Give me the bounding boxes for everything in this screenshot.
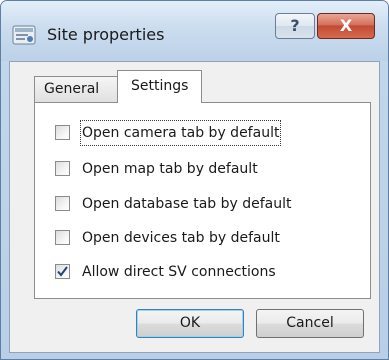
option-label: Open devices tab by default bbox=[82, 230, 280, 246]
help-icon: ? bbox=[290, 16, 300, 35]
settings-panel: Open camera tab by default Open map tab … bbox=[34, 102, 371, 299]
tab-general-label: General bbox=[44, 81, 100, 97]
dialog-body: General Settings Open camera tab by defa… bbox=[9, 61, 380, 353]
option-label: Open database tab by default bbox=[82, 196, 292, 212]
option-label: Open camera tab by default bbox=[79, 120, 282, 146]
cancel-button[interactable]: Cancel bbox=[256, 309, 364, 338]
tab-general[interactable]: General bbox=[34, 76, 119, 102]
title-bar[interactable]: Site properties ? X bbox=[1, 1, 388, 61]
checkmark-icon bbox=[57, 266, 68, 277]
checkbox-open-database-tab[interactable] bbox=[55, 196, 70, 211]
dialog-title: Site properties bbox=[47, 25, 165, 44]
cancel-button-label: Cancel bbox=[286, 315, 334, 331]
checkbox-allow-direct-sv[interactable] bbox=[55, 264, 70, 279]
ok-button-label: OK bbox=[179, 315, 201, 331]
site-properties-dialog: Site properties ? X General Settings Ope… bbox=[0, 0, 389, 360]
close-button[interactable]: X bbox=[317, 13, 375, 39]
site-properties-icon bbox=[12, 25, 36, 45]
option-label: Open map tab by default bbox=[82, 161, 258, 177]
option-label: Allow direct SV connections bbox=[82, 264, 276, 280]
tab-settings-label: Settings bbox=[131, 78, 189, 94]
help-button[interactable]: ? bbox=[275, 13, 315, 39]
ok-button[interactable]: OK bbox=[136, 309, 244, 338]
checkbox-open-map-tab[interactable] bbox=[55, 161, 70, 176]
checkbox-open-camera-tab[interactable] bbox=[55, 125, 70, 140]
tab-settings[interactable]: Settings bbox=[117, 70, 202, 103]
checkbox-open-devices-tab[interactable] bbox=[55, 230, 70, 245]
close-icon: X bbox=[339, 16, 353, 35]
